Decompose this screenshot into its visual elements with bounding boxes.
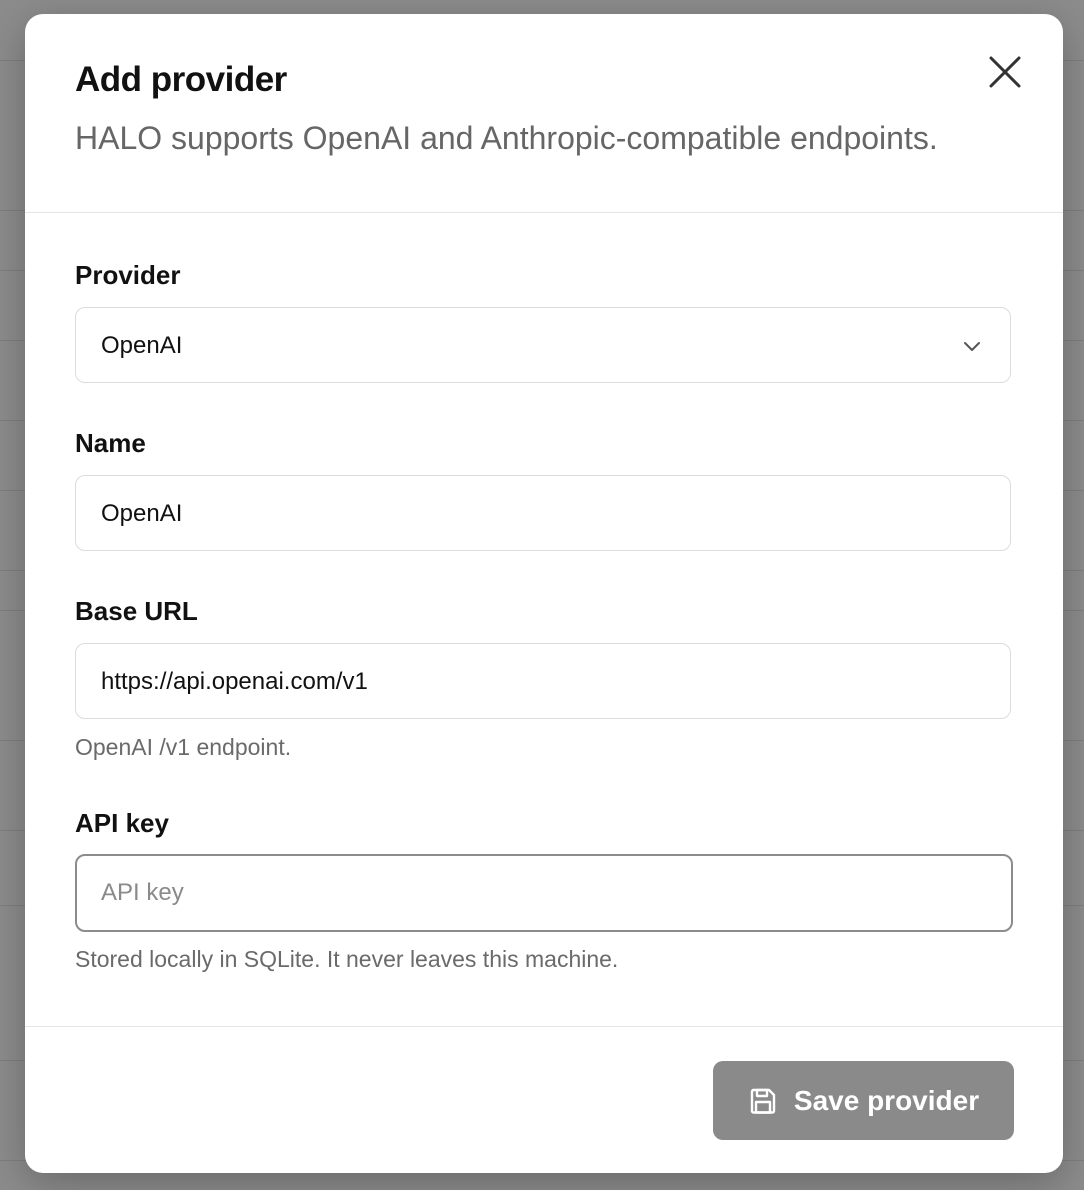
close-button[interactable]	[985, 52, 1025, 92]
chevron-down-icon	[964, 342, 980, 351]
base-url-helper: OpenAI /v1 endpoint.	[75, 734, 292, 760]
provider-selected-value: OpenAI	[101, 332, 183, 359]
dialog-footer: Save provider	[25, 1026, 1063, 1173]
api-key-helper: Stored locally in SQLite. It never leave…	[75, 946, 619, 972]
base-url-field[interactable]: https://api.openai.com/v1	[75, 643, 1011, 719]
base-url-value: https://api.openai.com/v1	[101, 668, 368, 695]
base-url-label: Base URL	[75, 596, 198, 626]
name-value: OpenAI	[101, 500, 183, 527]
name-field[interactable]: OpenAI	[75, 475, 1011, 551]
dialog-subtitle: HALO supports OpenAI and Anthropic-compa…	[75, 120, 938, 156]
provider-label: Provider	[75, 260, 181, 290]
save-icon	[750, 1088, 776, 1114]
dialog-header: Add provider HALO supports OpenAI and An…	[25, 14, 1063, 213]
name-label: Name	[75, 428, 146, 458]
api-key-input[interactable]	[75, 854, 1013, 932]
add-provider-dialog: Add provider HALO supports OpenAI and An…	[25, 14, 1063, 1173]
save-provider-label: Save provider	[793, 1084, 980, 1116]
dialog-title: Add provider	[75, 60, 287, 99]
save-provider-button[interactable]: Save provider	[713, 1061, 1014, 1140]
provider-select[interactable]: OpenAI	[75, 307, 1011, 383]
close-icon	[989, 56, 1021, 88]
api-key-label: API key	[75, 808, 169, 838]
